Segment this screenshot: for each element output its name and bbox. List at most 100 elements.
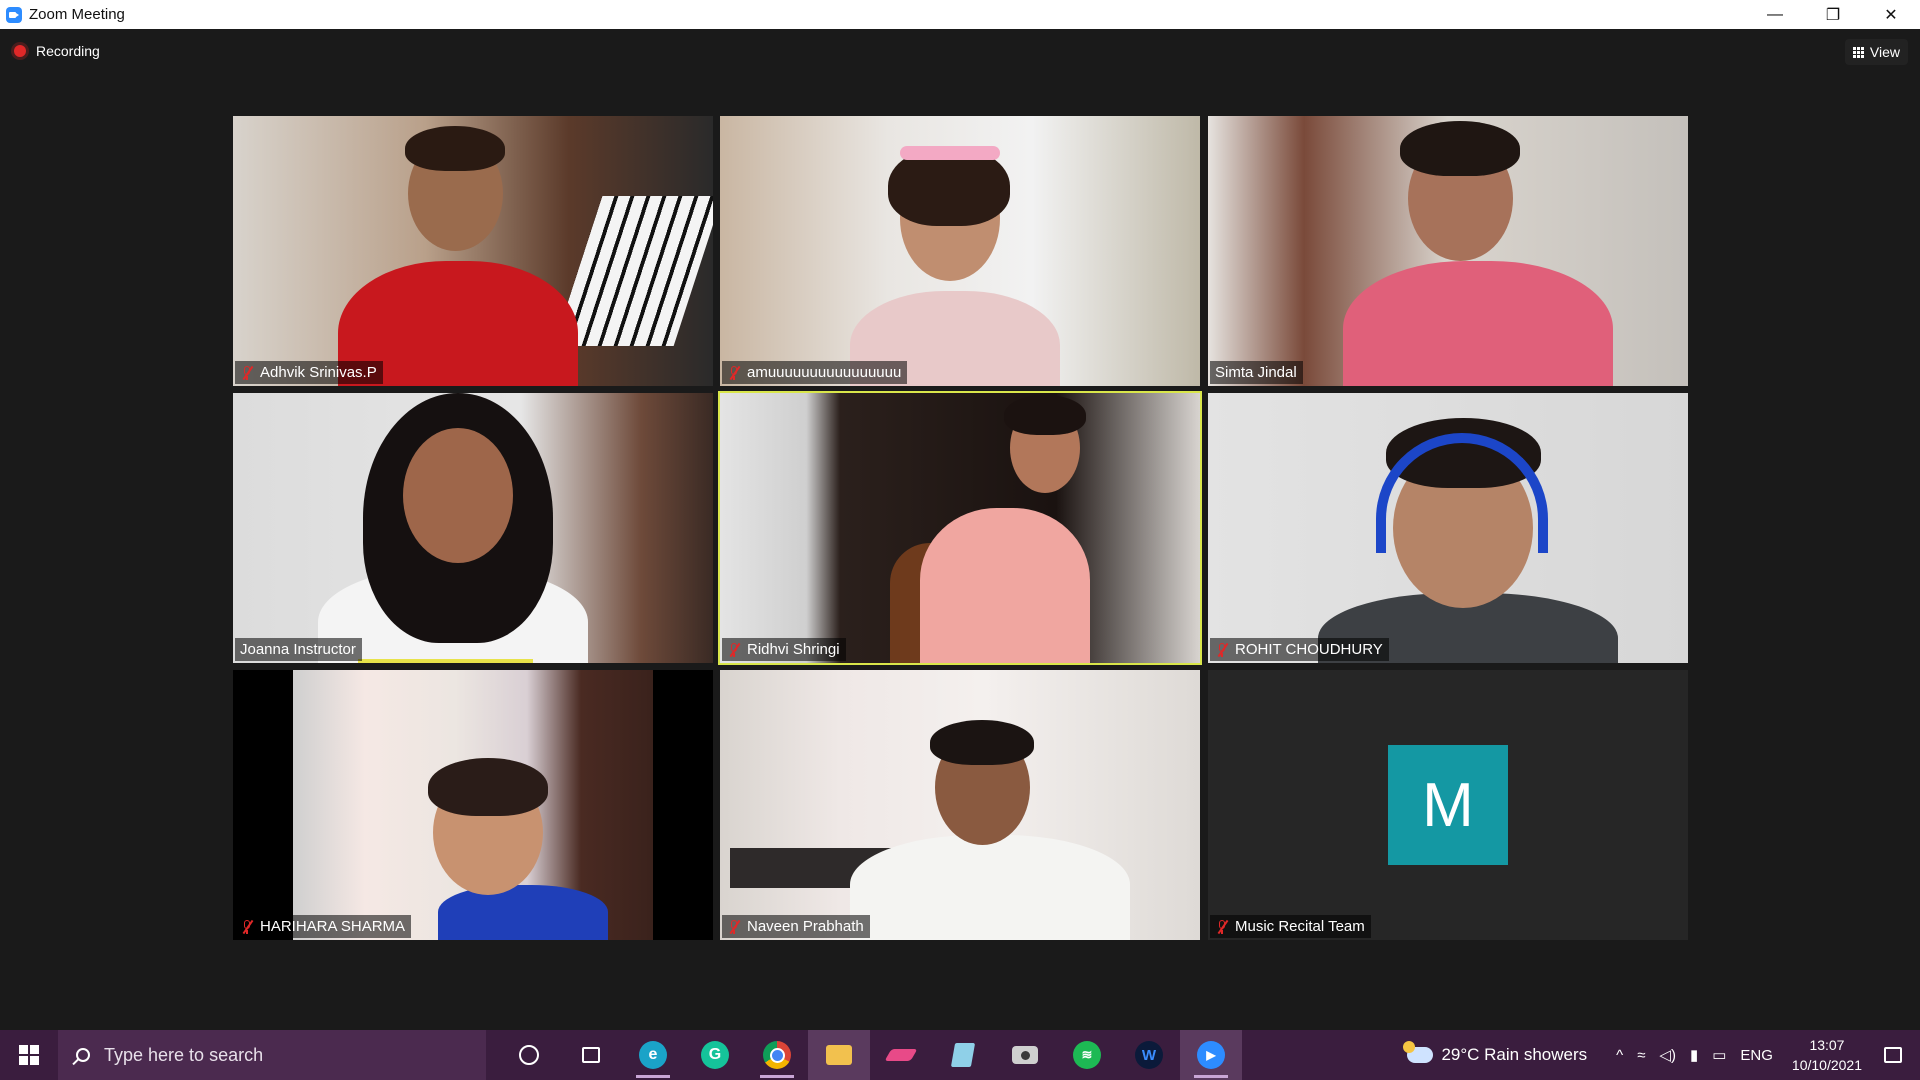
video-tile-no-video[interactable]: M Music Recital Team	[1208, 670, 1688, 940]
participant-nameplate: Joanna Instructor	[235, 638, 362, 661]
participant-name: Simta Jindal	[1215, 364, 1297, 381]
clock-date: 10/10/2021	[1791, 1057, 1862, 1073]
video-tile[interactable]: Joanna Instructor	[233, 393, 713, 663]
participant-nameplate: Simta Jindal	[1210, 361, 1303, 384]
camera-icon	[1012, 1046, 1038, 1064]
search-icon	[76, 1048, 90, 1062]
taskbar-app-zoom[interactable]: ▶	[1180, 1030, 1242, 1080]
window-titlebar: Zoom Meeting — ❐ ✕	[0, 0, 1920, 29]
windows-taskbar: Type here to search e G ≋ W ▶ 29°C Rain …	[0, 1030, 1920, 1080]
start-button[interactable]	[0, 1030, 58, 1080]
chrome-icon	[763, 1041, 791, 1069]
edge-icon: e	[639, 1041, 667, 1069]
show-hidden-icons-chevron-icon[interactable]: ^	[1616, 1047, 1623, 1064]
mic-muted-icon	[727, 642, 741, 658]
recording-dot-icon	[14, 45, 26, 57]
spotify-icon: ≋	[1073, 1041, 1101, 1069]
taskbar-apps: e G ≋ W ▶	[498, 1030, 1242, 1080]
weather-widget[interactable]: 29°C Rain showers	[1403, 1041, 1588, 1065]
participant-hair	[1004, 395, 1086, 435]
video-tile[interactable]: ROHIT CHOUDHURY	[1208, 393, 1688, 663]
language-indicator[interactable]: ENG	[1740, 1047, 1773, 1064]
video-tile[interactable]: Adhvik Srinivas.P	[233, 116, 713, 386]
notification-center-icon[interactable]	[1884, 1047, 1902, 1063]
participant-body	[1343, 261, 1613, 386]
view-button[interactable]: View	[1844, 39, 1908, 65]
participant-name: Ridhvi Shringi	[747, 641, 840, 658]
mic-muted-icon	[240, 365, 254, 381]
video-tile[interactable]: amuuuuuuuuuuuuuuuu	[720, 116, 1200, 386]
meeting-area: Recording View Adhvik Srinivas.P amuuuuu…	[0, 29, 1920, 1028]
wifi-icon[interactable]: ≈	[1637, 1047, 1645, 1064]
taskbar-app-spotify[interactable]: ≋	[1056, 1030, 1118, 1080]
participant-body	[920, 508, 1090, 663]
recording-indicator[interactable]: Recording	[14, 43, 100, 59]
video-tile[interactable]: Naveen Prabhath	[720, 670, 1200, 940]
avatar: M	[1388, 745, 1508, 865]
search-placeholder: Type here to search	[104, 1044, 264, 1065]
participant-hair	[1400, 121, 1520, 176]
participant-name: Naveen Prabhath	[747, 918, 864, 935]
participant-body	[850, 835, 1130, 940]
clock-time: 13:07	[1809, 1037, 1845, 1053]
minimize-button[interactable]: —	[1746, 0, 1804, 29]
participant-body	[438, 885, 608, 940]
participant-hair	[405, 126, 505, 171]
close-button[interactable]: ✕	[1862, 0, 1920, 29]
mic-muted-icon	[727, 919, 741, 935]
view-label: View	[1869, 44, 1900, 60]
battery-icon[interactable]: ▭	[1712, 1046, 1726, 1064]
participant-nameplate: ROHIT CHOUDHURY	[1210, 638, 1389, 661]
mic-muted-icon	[727, 365, 741, 381]
restore-button[interactable]: ❐	[1804, 0, 1862, 29]
task-view-button[interactable]	[560, 1030, 622, 1080]
video-tile[interactable]: HARIHARA SHARMA	[233, 670, 713, 940]
taskbar-app-camera[interactable]	[994, 1030, 1056, 1080]
task-view-icon	[582, 1047, 600, 1063]
eraser-icon	[884, 1049, 918, 1061]
participant-name: HARIHARA SHARMA	[260, 918, 406, 935]
taskbar-app-notes[interactable]	[932, 1030, 994, 1080]
taskbar-app-file-explorer[interactable]	[808, 1030, 870, 1080]
file-explorer-icon	[826, 1045, 852, 1065]
taskbar-app-edge[interactable]: e	[622, 1030, 684, 1080]
webex-icon: W	[1135, 1041, 1163, 1069]
windows-logo-icon	[19, 1045, 39, 1065]
participant-hair	[930, 720, 1034, 765]
weather-text: 29°C Rain showers	[1441, 1045, 1588, 1064]
participant-name: ROHIT CHOUDHURY	[1235, 641, 1383, 658]
participant-name: amuuuuuuuuuuuuuuuu	[747, 364, 902, 381]
microphone-icon[interactable]: ▮	[1690, 1046, 1698, 1064]
grid-view-icon	[1852, 46, 1864, 58]
mic-muted-icon	[240, 919, 254, 935]
participant-head	[403, 428, 513, 563]
participant-nameplate: HARIHARA SHARMA	[235, 915, 412, 938]
cortana-button[interactable]	[498, 1030, 560, 1080]
window-controls: — ❐ ✕	[1746, 0, 1920, 29]
participant-hair	[428, 758, 548, 816]
recording-label: Recording	[36, 43, 100, 59]
system-tray: 29°C Rain showers ^ ≈ ◁) ▮ ▭ ENG 13:07 1…	[1403, 1030, 1920, 1080]
participant-nameplate: Naveen Prabhath	[722, 915, 870, 938]
mic-muted-icon	[1215, 642, 1229, 658]
participant-name: Music Recital Team	[1235, 918, 1365, 935]
taskbar-app-grammarly[interactable]: G	[684, 1030, 746, 1080]
taskbar-app-chrome[interactable]	[746, 1030, 808, 1080]
grammarly-icon: G	[701, 1041, 729, 1069]
participant-name: Joanna Instructor	[240, 641, 356, 658]
zoom-app-icon	[6, 6, 22, 23]
notes-icon	[950, 1043, 976, 1067]
cortana-icon	[519, 1045, 539, 1065]
speaking-indicator	[358, 659, 533, 663]
volume-icon[interactable]: ◁)	[1659, 1046, 1676, 1064]
weather-cloud-icon	[1403, 1041, 1434, 1063]
participant-nameplate: Adhvik Srinivas.P	[235, 361, 383, 384]
taskbar-search[interactable]: Type here to search	[58, 1030, 486, 1080]
video-tile-active-speaker[interactable]: Ridhvi Shringi	[718, 391, 1202, 665]
participant-nameplate: amuuuuuuuuuuuuuuuu	[722, 361, 908, 384]
participant-name: Adhvik Srinivas.P	[260, 364, 377, 381]
system-clock[interactable]: 13:07 10/10/2021	[1792, 1035, 1862, 1075]
video-tile[interactable]: Simta Jindal	[1208, 116, 1688, 386]
taskbar-app-webex[interactable]: W	[1118, 1030, 1180, 1080]
taskbar-app-eraser[interactable]	[870, 1030, 932, 1080]
